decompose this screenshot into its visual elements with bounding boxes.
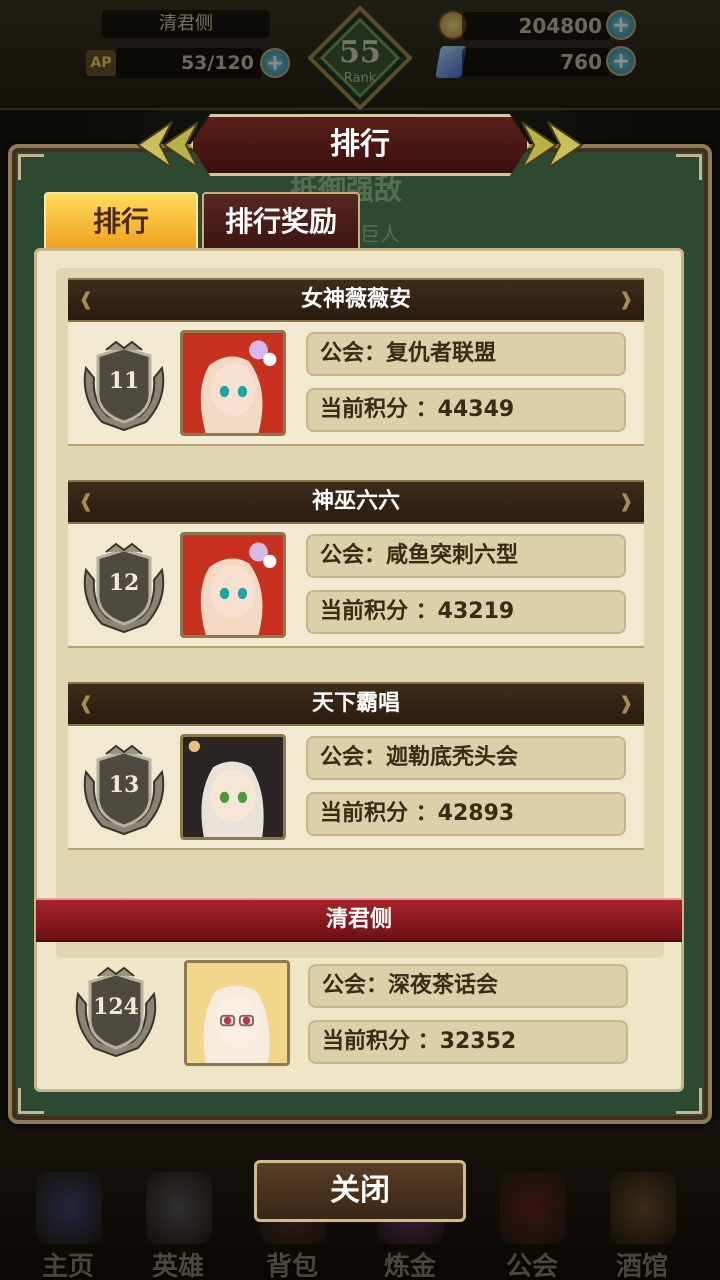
ornament-icon: ❱ bbox=[618, 289, 634, 310]
player-name: 天下霸唱 bbox=[311, 691, 400, 716]
rank-medal-icon: 13 bbox=[76, 742, 172, 838]
guild-label: 公会：复仇者联盟 bbox=[306, 332, 626, 376]
rank-medal-icon: 124 bbox=[68, 964, 164, 1060]
title-right-arrow-icon bbox=[522, 121, 584, 169]
rank-medal-icon: 11 bbox=[76, 338, 172, 434]
frame-corner bbox=[676, 1088, 702, 1114]
red-hair-girl-portrait-icon bbox=[183, 333, 283, 433]
guild-label: 公会：深夜茶话会 bbox=[308, 964, 628, 1008]
guild-label: 公会：迦勒底秃头会 bbox=[306, 736, 626, 780]
ornament-icon: ❰ bbox=[78, 289, 94, 310]
player-name: 神巫六六 bbox=[311, 489, 400, 514]
blonde-glasses-girl-portrait-icon bbox=[187, 963, 287, 1063]
frame-corner bbox=[676, 154, 702, 180]
ornament-icon: ❱ bbox=[618, 693, 634, 714]
entry-body: 12 公会：咸鱼突刺六型 当前积分 ：43219 bbox=[68, 524, 644, 648]
score-label: 当前积分 ：42893 bbox=[306, 792, 626, 836]
rank-number: 124 bbox=[93, 994, 139, 1020]
red-hair-girl-portrait-icon bbox=[183, 535, 283, 635]
entry-header: ❰ 神巫六六 ❱ bbox=[68, 480, 644, 524]
entry-header: ❰ 女神薇薇安 ❱ bbox=[68, 278, 644, 322]
ranking-entry[interactable]: ❰ 天下霸唱 ❱ 13 公会：迦勒底秃头会 当前积分 ：42893 bbox=[68, 682, 644, 850]
close-button[interactable]: 关闭 bbox=[254, 1160, 466, 1222]
dialog-title: 排行 bbox=[190, 114, 530, 176]
title-left-arrow-icon bbox=[136, 121, 198, 169]
entry-body: 13 公会：迦勒底秃头会 当前积分 ：42893 bbox=[68, 726, 644, 850]
score-label: 当前积分 ：32352 bbox=[308, 1020, 628, 1064]
ranking-entry[interactable]: ❰ 女神薇薇安 ❱ 11 公会：复仇者联盟 当前积分 ：44349 bbox=[68, 278, 644, 446]
ornament-icon: ❰ bbox=[78, 491, 94, 512]
entry-header: ❰ 天下霸唱 ❱ bbox=[68, 682, 644, 726]
guild-label: 公会：咸鱼突刺六型 bbox=[306, 534, 626, 578]
rank-number: 11 bbox=[108, 368, 140, 394]
score-label: 当前积分 ：43219 bbox=[306, 590, 626, 634]
avatar[interactable] bbox=[184, 960, 290, 1066]
rank-number: 12 bbox=[108, 570, 140, 596]
entry-body: 11 公会：复仇者联盟 当前积分 ：44349 bbox=[68, 322, 644, 446]
tab-ranking-rewards[interactable]: 排行奖励 bbox=[202, 192, 360, 250]
player-name: 女神薇薇安 bbox=[300, 287, 411, 312]
tab-ranking[interactable]: 排行 bbox=[44, 192, 198, 250]
self-rank-entry: 124 公会：深夜茶话会 当前积分 ：32352 bbox=[56, 944, 656, 1080]
avatar[interactable] bbox=[180, 532, 286, 638]
rank-number: 13 bbox=[108, 772, 140, 798]
rank-medal-icon: 12 bbox=[76, 540, 172, 636]
ranking-entry[interactable]: ❰ 神巫六六 ❱ 12 公会：咸鱼突刺六型 当前积分 ：43219 bbox=[68, 480, 644, 648]
avatar[interactable] bbox=[180, 330, 286, 436]
self-rank-header: 清君侧 bbox=[36, 898, 682, 942]
ornament-icon: ❰ bbox=[78, 693, 94, 714]
avatar[interactable] bbox=[180, 734, 286, 840]
frame-corner bbox=[18, 154, 44, 180]
background-dialog-subtitle: 巨人 bbox=[360, 222, 400, 246]
dark-hair-girl-portrait-icon bbox=[183, 737, 283, 837]
ornament-icon: ❱ bbox=[618, 491, 634, 512]
score-label: 当前积分 ：44349 bbox=[306, 388, 626, 432]
